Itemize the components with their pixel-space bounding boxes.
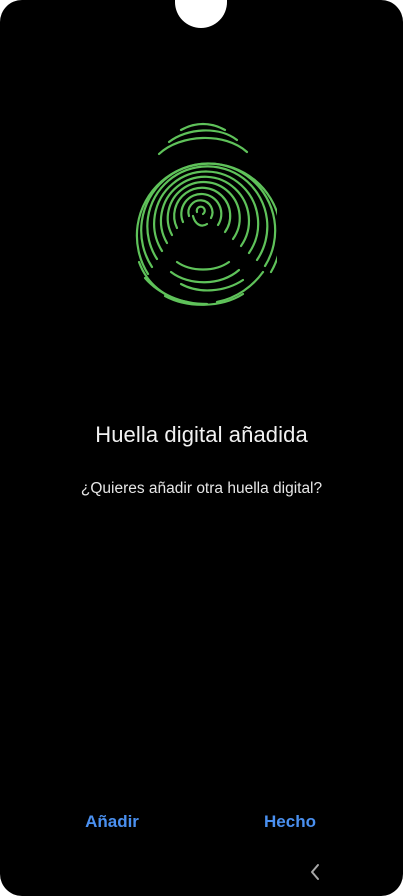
fingerprint-added-screen: Huella digital añadida ¿Quieres añadir o… bbox=[0, 0, 403, 896]
back-chevron-icon bbox=[311, 864, 319, 880]
back-button[interactable] bbox=[300, 858, 330, 886]
fingerprint-icon bbox=[125, 112, 282, 312]
done-button[interactable]: Hecho bbox=[240, 808, 340, 836]
page-title: Huella digital añadida bbox=[95, 422, 308, 447]
camera-notch bbox=[175, 0, 227, 28]
add-button[interactable]: Añadir bbox=[62, 808, 162, 836]
page-subtitle: ¿Quieres añadir otra huella digital? bbox=[80, 480, 323, 497]
